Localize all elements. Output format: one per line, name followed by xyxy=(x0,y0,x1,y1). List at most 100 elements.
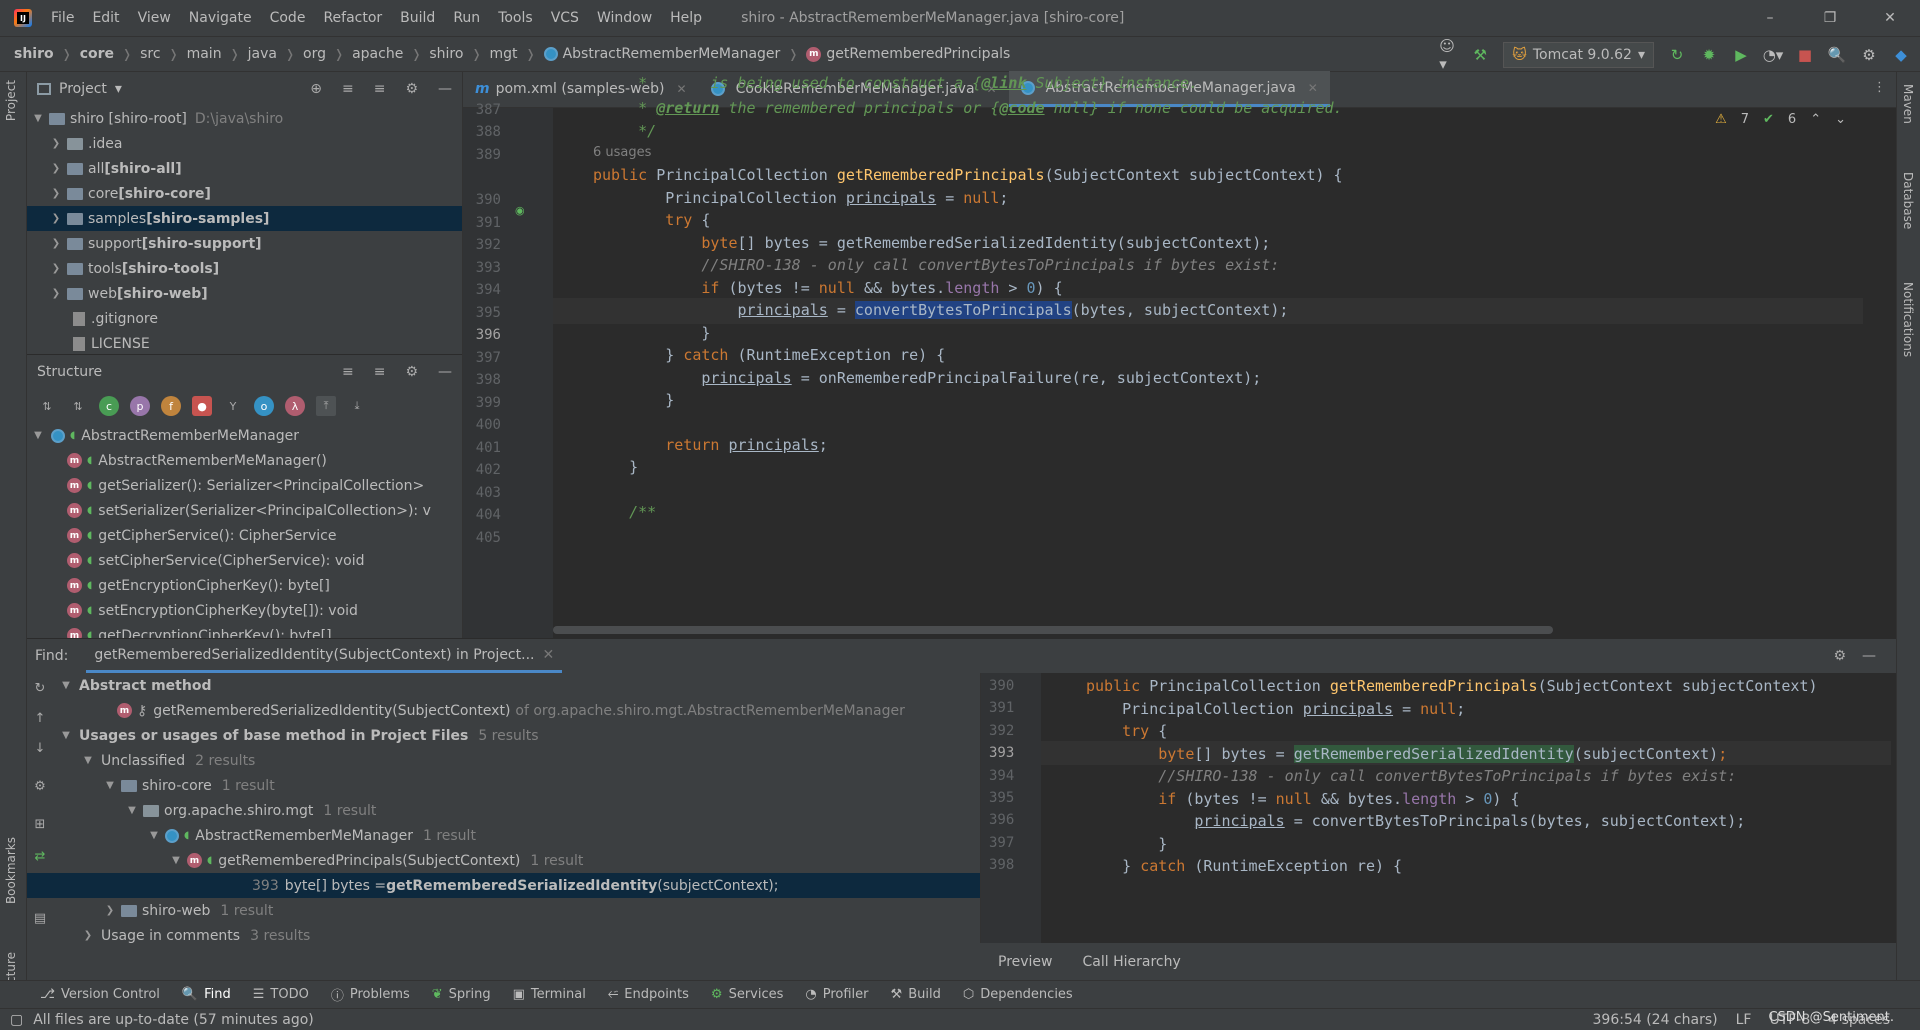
menu-edit[interactable]: Edit xyxy=(83,0,128,36)
tw-problems[interactable]: ⓘ Problems xyxy=(331,985,410,1004)
chevron-right-icon[interactable]: ❯ xyxy=(49,238,63,249)
structure-member[interactable]: m ◖ getDecryptionCipherKey(): byte[] xyxy=(27,623,462,638)
profile-icon[interactable]: ◔▾ xyxy=(1763,46,1784,64)
crumb-method[interactable]: m getRememberedPrincipals xyxy=(806,46,1010,62)
menu-view[interactable]: View xyxy=(129,0,180,36)
tree-item[interactable]: ❯ web [shiro-web] xyxy=(27,281,462,306)
menu-refactor[interactable]: Refactor xyxy=(314,0,391,36)
project-panel-title[interactable]: Project xyxy=(59,81,107,97)
crumb-shiro-pkg[interactable]: shiro xyxy=(429,46,463,62)
tree-root[interactable]: ▼ shiro [shiro-root] D:\java\shiro xyxy=(27,106,462,131)
tree-item[interactable]: ❯ .idea xyxy=(27,131,462,156)
chevron-down-icon[interactable]: ▼ xyxy=(81,755,95,766)
structure-member[interactable]: m ◖ AbstractRememberMeManager() xyxy=(27,448,462,473)
chevron-right-icon[interactable]: ❯ xyxy=(49,263,63,274)
crumb-src[interactable]: src xyxy=(140,46,160,62)
show-lambda-icon[interactable]: λ xyxy=(285,396,305,416)
inspection-widget[interactable]: ⚠ 7 ✔ 6 ⌃ ⌄ xyxy=(1715,112,1846,127)
method-row[interactable]: ▼ m ◖ getRememberedPrincipals(SubjectContex… xyxy=(27,848,980,873)
toolbox-icon[interactable]: ◆ xyxy=(1892,46,1910,64)
unclassified-group[interactable]: ▼ Unclassified 2 results xyxy=(27,748,980,773)
menu-tools[interactable]: Tools xyxy=(489,0,542,36)
expand-all-icon[interactable]: ≡ xyxy=(342,81,354,97)
chevron-down-icon[interactable]: ▾ xyxy=(115,81,122,97)
tree-item[interactable]: ❯ core [shiro-core] xyxy=(27,181,462,206)
chevron-right-icon[interactable]: ❯ xyxy=(81,930,95,941)
show-lambdas-icon[interactable]: Y xyxy=(223,396,243,416)
minimize-button[interactable]: – xyxy=(1740,0,1800,36)
show-properties-icon[interactable]: p xyxy=(130,396,150,416)
crumb-apache[interactable]: apache xyxy=(352,46,403,62)
chevron-down-icon[interactable]: ▼ xyxy=(103,780,117,791)
notifications-toolwindow-tab[interactable]: Notifications xyxy=(1901,282,1915,357)
autoscroll-to-source-icon[interactable]: ⤒ xyxy=(316,396,336,416)
project-toolwindow-tab[interactable]: Project xyxy=(4,80,18,121)
override-marker-icon[interactable]: ◉ xyxy=(515,204,525,217)
tree-item[interactable]: .gitignore xyxy=(27,306,462,331)
chevron-right-icon[interactable]: ❯ xyxy=(103,905,117,916)
close-window-button[interactable]: ✕ xyxy=(1860,0,1920,36)
menu-run[interactable]: Run xyxy=(444,0,489,36)
chevron-down-icon[interactable]: ▼ xyxy=(147,830,161,841)
tw-profiler[interactable]: ◔ Profiler xyxy=(805,987,868,1002)
tree-item[interactable]: ❯ tools [shiro-tools] xyxy=(27,256,462,281)
comments-group[interactable]: ❯ Usage in comments 3 results xyxy=(27,923,980,948)
rerun-icon[interactable]: ↻ xyxy=(1668,46,1686,64)
hide-icon[interactable]: — xyxy=(438,81,452,97)
menu-file[interactable]: File xyxy=(42,0,83,36)
chevron-right-icon[interactable]: ❯ xyxy=(49,188,63,199)
chevron-down-icon[interactable]: ▼ xyxy=(59,730,73,741)
show-non-public-icon[interactable]: ● xyxy=(192,396,212,416)
crumb-java[interactable]: java xyxy=(248,46,277,62)
crumb-class[interactable]: AbstractRememberMeManager xyxy=(543,46,780,62)
usages-group[interactable]: ▼ Usages or usages of base method in Proj… xyxy=(27,723,980,748)
chevron-right-icon[interactable]: ❯ xyxy=(49,288,63,299)
crumb-main[interactable]: main xyxy=(187,46,222,62)
tab-call-hierarchy[interactable]: Call Hierarchy xyxy=(1083,954,1181,970)
abstract-method-row[interactable]: m ⚷ getRememberedSerializedIdentity(Subjec… xyxy=(27,698,980,723)
menu-window[interactable]: Window xyxy=(588,0,661,36)
menu-navigate[interactable]: Navigate xyxy=(180,0,261,36)
tw-terminal[interactable]: ▣ Terminal xyxy=(513,987,586,1002)
chevron-down-icon[interactable]: ▼ xyxy=(31,430,45,441)
usage-hit-row[interactable]: 393 byte[] bytes = getRememberedSerialize… xyxy=(27,873,980,898)
chevron-right-icon[interactable]: ❯ xyxy=(49,163,63,174)
gear-icon[interactable]: ⚙ xyxy=(1833,648,1846,664)
tw-find[interactable]: 🔍 Find xyxy=(182,987,231,1002)
tree-item[interactable]: ❯ support [shiro-support] xyxy=(27,231,462,256)
abstract-method-group[interactable]: ▼ Abstract method xyxy=(27,673,980,698)
hide-icon[interactable]: — xyxy=(1862,648,1876,664)
usage-preview[interactable]: 390 391 392 393 394 395 396 397 398 public Princ… xyxy=(980,673,1896,943)
gear-icon[interactable]: ⚙ xyxy=(405,364,418,380)
chevron-down-icon[interactable]: ▼ xyxy=(59,680,73,691)
maven-toolwindow-tab[interactable]: Maven xyxy=(1901,84,1915,124)
chevron-up-icon[interactable]: ⌃ xyxy=(1810,112,1821,127)
tree-item[interactable]: ❯ samples [shiro-samples] xyxy=(27,206,462,231)
find-tab[interactable]: getRememberedSerializedIdentity(SubjectC… xyxy=(86,639,563,673)
chevron-right-icon[interactable]: ❯ xyxy=(49,213,63,224)
sort-visibility-icon[interactable]: ⇅ xyxy=(37,396,57,416)
tw-spring[interactable]: ❦ Spring xyxy=(432,987,491,1002)
tw-endpoints[interactable]: ⭁ Endpoints xyxy=(608,987,689,1002)
line-separator[interactable]: LF xyxy=(1736,1012,1752,1028)
crumb-core[interactable]: core xyxy=(80,46,114,62)
usages-hint[interactable]: 6 usages xyxy=(593,145,651,160)
locate-icon[interactable]: ⊕ xyxy=(310,81,322,97)
tw-version-control[interactable]: ⎇ Version Control xyxy=(40,987,160,1002)
package-row[interactable]: ▼ org.apache.shiro.mgt 1 result xyxy=(27,798,980,823)
gear-icon[interactable]: ⚙ xyxy=(405,81,418,97)
search-icon[interactable]: 🔍 xyxy=(1828,46,1847,64)
hide-icon[interactable]: — xyxy=(438,364,452,380)
gear-icon[interactable]: ⚙ xyxy=(1860,46,1878,64)
build-hammer-icon[interactable]: ⚒ xyxy=(1471,46,1489,64)
show-anonymous-icon[interactable]: o xyxy=(254,396,274,416)
structure-member[interactable]: m ◖ getEncryptionCipherKey(): byte[] xyxy=(27,573,462,598)
tw-services[interactable]: ⚙ Services xyxy=(711,987,783,1002)
tw-build[interactable]: ⚒ Build xyxy=(891,987,941,1002)
structure-member[interactable]: m ◖ getCipherService(): CipherService xyxy=(27,523,462,548)
class-row[interactable]: ▼ ◖ AbstractRememberMeManager 1 result xyxy=(27,823,980,848)
close-icon[interactable]: ✕ xyxy=(1308,81,1318,95)
expand-all-icon[interactable]: ≡ xyxy=(342,364,354,380)
close-icon[interactable]: ✕ xyxy=(542,647,554,663)
menu-help[interactable]: Help xyxy=(661,0,711,36)
